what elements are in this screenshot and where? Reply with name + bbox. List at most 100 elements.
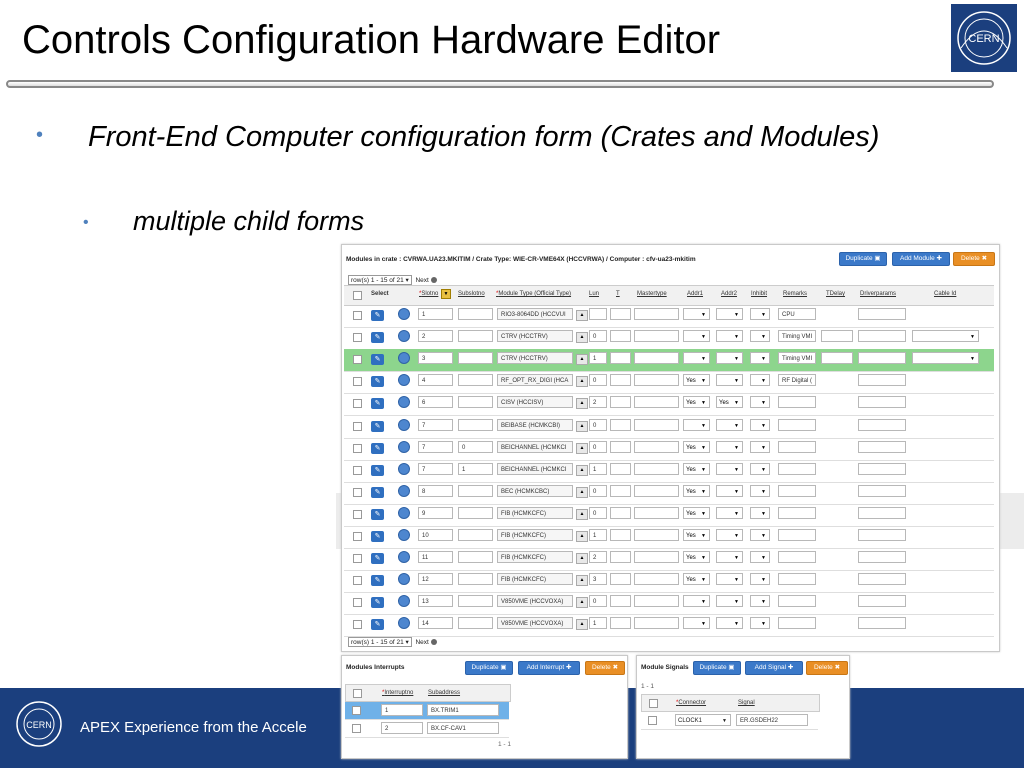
details-icon[interactable] [398, 462, 410, 475]
module-type-input[interactable]: FIB (HCMKCFC) [497, 529, 573, 541]
subaddress-input[interactable]: BX.TRIM1 [427, 704, 499, 716]
mastertype-input[interactable] [634, 374, 679, 387]
driverparams-input[interactable] [858, 529, 906, 541]
inhibit-select[interactable]: ▼ [750, 308, 770, 320]
next-link[interactable]: Next [415, 277, 428, 284]
addr1-select[interactable]: Yes ▼ [683, 551, 710, 564]
addr1-select[interactable]: Yes ▼ [683, 506, 710, 519]
lun-input[interactable]: 2 [589, 396, 607, 409]
select-all-checkbox[interactable] [353, 689, 362, 698]
remarks-input[interactable]: Timing VMI [778, 352, 816, 365]
col-inhibit[interactable]: Inhibit [751, 291, 767, 297]
module-row[interactable]: ✎ 9 FIB (HCMKCFC) ▲ 0 Yes ▼ ▼ ▼ [344, 504, 994, 527]
remarks-input[interactable] [778, 440, 816, 453]
edit-icon[interactable]: ✎ [371, 332, 384, 344]
details-icon[interactable] [398, 484, 410, 497]
col-cable-id[interactable]: Cable Id [934, 291, 956, 297]
lun-input[interactable]: 0 [589, 484, 607, 497]
driverparams-input[interactable] [858, 308, 906, 320]
subslotno-input[interactable] [458, 551, 493, 564]
next-icon[interactable] [430, 277, 437, 284]
slotno-input[interactable]: 9 [418, 506, 453, 519]
lun-input[interactable]: 0 [589, 440, 607, 453]
inhibit-select[interactable]: ▼ [750, 617, 770, 630]
edit-icon[interactable]: ✎ [371, 553, 384, 565]
lun-input[interactable]: 1 [589, 529, 607, 541]
subslotno-input[interactable] [458, 418, 493, 431]
mastertype-input[interactable] [634, 484, 679, 497]
t-input[interactable] [610, 440, 631, 453]
t-input[interactable] [610, 352, 631, 365]
lun-input[interactable]: 2 [589, 551, 607, 564]
lookup-icon[interactable]: ▲ [576, 376, 588, 388]
remarks-input[interactable] [778, 418, 816, 431]
rows-select-bottom[interactable]: row(s) 1 - 15 of 21 ▾ [348, 637, 412, 647]
module-type-input[interactable]: V850VME (HCCVOXA) [497, 617, 573, 630]
module-type-input[interactable]: CTRV (HCCTRV) [497, 352, 573, 365]
col-lun[interactable]: Lun [589, 291, 599, 297]
mastertype-input[interactable] [634, 396, 679, 409]
addr2-select[interactable]: ▼ [716, 551, 743, 564]
signal-row[interactable]: CLOCK1 ▼ ER.GSDEH22 [641, 712, 818, 730]
slotno-input[interactable]: 7 [418, 418, 453, 431]
t-input[interactable] [610, 396, 631, 409]
addr2-select[interactable]: ▼ [716, 352, 743, 365]
addr2-select[interactable]: ▼ [716, 529, 743, 541]
interrupt-row[interactable]: 1 BX.TRIM1 [345, 702, 509, 720]
slotno-input[interactable]: 13 [418, 595, 453, 608]
remarks-input[interactable] [778, 462, 816, 475]
remarks-input[interactable] [778, 617, 816, 630]
inhibit-select[interactable]: ▼ [750, 396, 770, 409]
driverparams-input[interactable] [858, 551, 906, 564]
inhibit-select[interactable]: ▼ [750, 330, 770, 343]
row-checkbox[interactable] [353, 509, 362, 519]
lun-input[interactable]: 0 [589, 595, 607, 608]
rows-select[interactable]: row(s) 1 - 15 of 21 ▾ [348, 275, 412, 285]
inhibit-select[interactable]: ▼ [750, 573, 770, 586]
cable-id-select[interactable]: ▼ [912, 330, 979, 343]
remarks-input[interactable] [778, 551, 816, 564]
lookup-icon[interactable]: ▲ [576, 619, 588, 631]
t-input[interactable] [610, 418, 631, 431]
slotno-input[interactable]: 2 [418, 330, 453, 343]
mastertype-input[interactable] [634, 418, 679, 431]
row-checkbox[interactable] [353, 620, 362, 630]
inhibit-select[interactable]: ▼ [750, 484, 770, 497]
subslotno-input[interactable] [458, 506, 493, 519]
lookup-icon[interactable]: ▲ [576, 442, 588, 454]
driverparams-input[interactable] [858, 330, 906, 343]
lookup-icon[interactable]: ▲ [576, 597, 588, 609]
subslotno-input[interactable] [458, 529, 493, 541]
addr1-select[interactable]: ▼ [683, 418, 710, 431]
row-checkbox[interactable] [353, 377, 362, 387]
mastertype-input[interactable] [634, 462, 679, 475]
module-type-input[interactable]: BEC (HCMKCBC) [497, 484, 573, 497]
select-all-checkbox[interactable] [353, 291, 362, 300]
lookup-icon[interactable]: ▲ [576, 398, 588, 410]
slotno-input[interactable]: 4 [418, 374, 453, 387]
t-input[interactable] [610, 595, 631, 608]
duplicate-interrupt-button[interactable]: Duplicate ▣ [465, 661, 513, 675]
module-row[interactable]: ✎ 11 FIB (HCMKCFC) ▲ 2 Yes ▼ ▼ ▼ [344, 548, 994, 572]
row-checkbox[interactable] [648, 716, 657, 725]
mastertype-input[interactable] [634, 330, 679, 343]
edit-icon[interactable]: ✎ [371, 376, 384, 388]
col-subslotno[interactable]: Subslotno [458, 291, 485, 297]
module-type-input[interactable]: RIO3-8064DD (HCCVUI [497, 308, 573, 320]
driverparams-input[interactable] [858, 617, 906, 630]
slotno-input[interactable]: 10 [418, 529, 453, 541]
slotno-input[interactable]: 6 [418, 396, 453, 409]
subslotno-input[interactable] [458, 484, 493, 497]
row-checkbox[interactable] [353, 333, 362, 343]
edit-icon[interactable]: ✎ [371, 398, 384, 410]
lookup-icon[interactable]: ▲ [576, 531, 588, 542]
col-signal[interactable]: Signal [738, 700, 755, 706]
slotno-input[interactable]: 7 [418, 440, 453, 453]
row-checkbox[interactable] [353, 598, 362, 608]
edit-icon[interactable]: ✎ [371, 619, 384, 631]
slotno-input[interactable]: 7 [418, 462, 453, 475]
tdelay-input[interactable] [821, 330, 853, 343]
delete-interrupt-button[interactable]: Delete ✖ [585, 661, 625, 675]
remarks-input[interactable] [778, 396, 816, 409]
duplicate-signal-button[interactable]: Duplicate ▣ [693, 661, 741, 675]
